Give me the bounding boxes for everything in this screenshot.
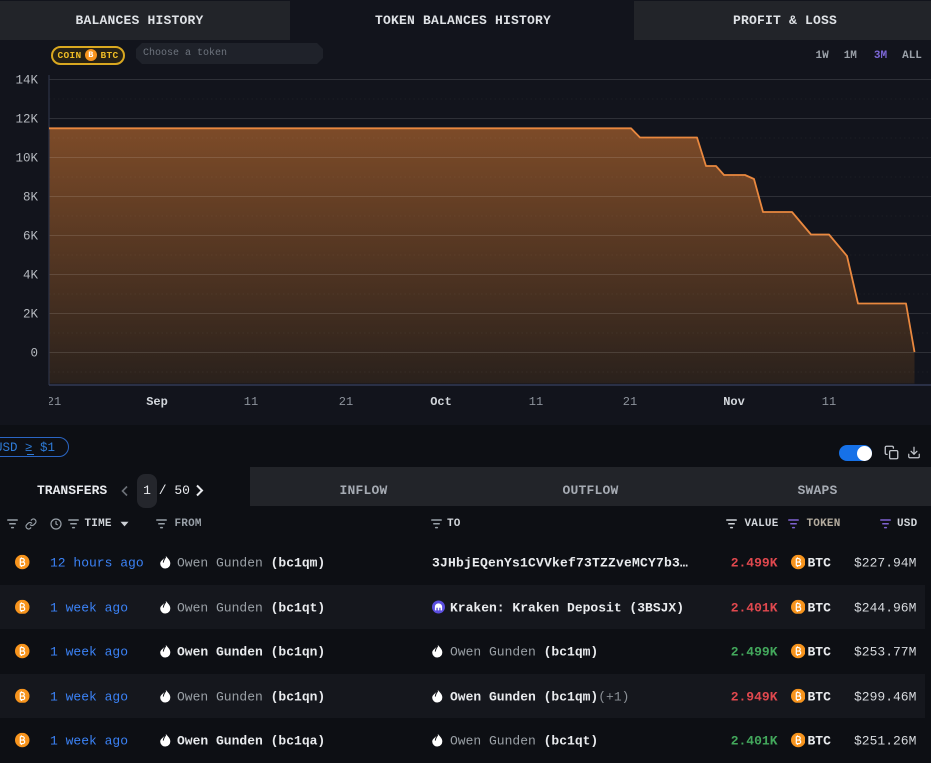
svg-text:0: 0 [30,347,38,361]
svg-text:2K: 2K [23,308,39,322]
svg-text:Sep: Sep [146,395,168,409]
svg-text:6K: 6K [23,230,39,244]
svg-text:14K: 14K [15,74,38,88]
svg-text:11: 11 [822,395,836,409]
svg-text:11: 11 [244,395,258,409]
svg-text:21: 21 [339,395,353,409]
svg-text:8K: 8K [23,191,39,205]
svg-text:12K: 12K [15,113,38,127]
svg-text:Oct: Oct [430,395,452,409]
svg-text:Nov: Nov [723,395,745,409]
svg-text:21: 21 [623,395,637,409]
svg-text:11: 11 [529,395,543,409]
svg-text:10K: 10K [15,152,38,166]
svg-text:21: 21 [47,395,61,409]
svg-text:4K: 4K [23,269,39,283]
